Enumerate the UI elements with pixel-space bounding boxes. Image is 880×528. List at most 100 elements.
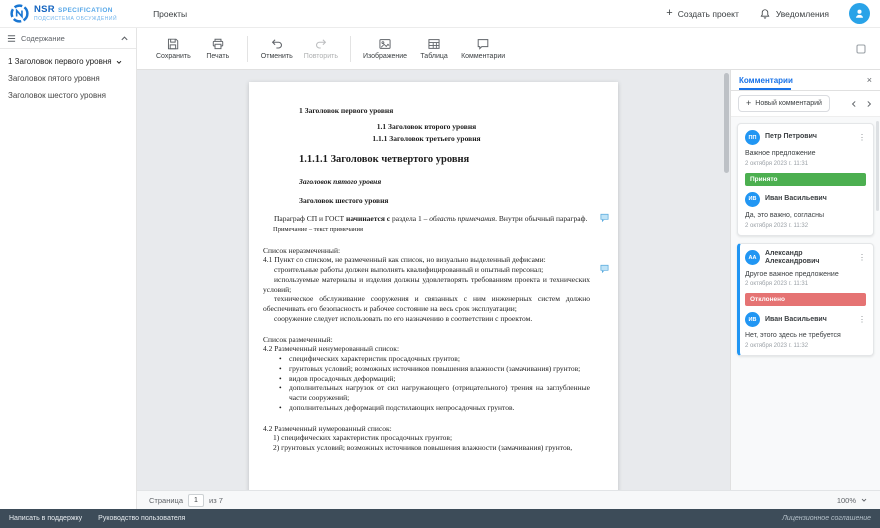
toc-header: Содержание xyxy=(0,28,136,49)
toc-item-level5[interactable]: Заголовок пятого уровня xyxy=(0,70,136,87)
comment-text: Важное предложение xyxy=(745,150,866,159)
doc-list-item: строительные работы должен выполнять ква… xyxy=(263,265,590,275)
reply-author: Иван Васильевич xyxy=(765,316,853,324)
toc-title: Содержание xyxy=(21,34,115,43)
doc-bullet-item: грунтовых условий; возможных источников … xyxy=(263,364,590,374)
manual-link[interactable]: Руководство пользователя xyxy=(98,515,185,522)
status-badge: Принято xyxy=(745,173,866,186)
chevron-down-icon xyxy=(860,496,868,504)
support-link[interactable]: Написать в поддержку xyxy=(9,515,82,522)
status-badge: Отклонено xyxy=(745,293,866,306)
person-icon xyxy=(853,7,866,20)
insert-image-button[interactable]: Изображение xyxy=(358,34,412,63)
app-logo[interactable]: NSR SPECIFICATION ПОДСИСТЕМА ОБСУЖДЕНИЙ xyxy=(10,4,117,23)
chevron-down-icon xyxy=(115,58,123,66)
doc-heading-5: Заголовок пятого уровня xyxy=(263,177,590,187)
doc-list-label: Список неразмеченный: xyxy=(263,246,590,256)
zoom-control[interactable]: 100% xyxy=(837,496,868,505)
comment-date: 2 октября 2023 г. 11:31 xyxy=(745,281,866,287)
list-icon xyxy=(7,34,16,43)
doc-heading-2: 1.1 Заголовок второго уровня xyxy=(263,122,590,132)
next-comment-button[interactable] xyxy=(865,100,873,108)
plus-icon: + xyxy=(746,99,751,108)
comment-date: 2 октября 2023 г. 11:31 xyxy=(745,161,866,167)
reply-text: Нет, этого здесь не требуется xyxy=(745,332,866,341)
logo-icon xyxy=(10,4,29,23)
comment-menu-icon[interactable]: ⋮ xyxy=(858,316,866,324)
comment-thread-card[interactable]: ПП Петр Петрович ⋮ Важное предложение 2 … xyxy=(737,123,874,236)
save-icon xyxy=(166,37,180,51)
doc-list-intro: 4.2 Размеченный ненумерованный список: xyxy=(263,344,590,354)
toc-item-level6[interactable]: Заголовок шестого уровня xyxy=(0,87,136,104)
zoom-value: 100% xyxy=(837,496,856,505)
app-footer: Написать в поддержку Руководство пользов… xyxy=(0,509,880,528)
comment-author: Александр Александрович xyxy=(765,250,853,266)
redo-button: Повторить xyxy=(299,34,343,63)
print-icon xyxy=(211,37,225,51)
comment-marker-icon[interactable] xyxy=(600,213,609,222)
brand-type: SPECIFICATION xyxy=(58,8,113,15)
toc-sidebar: Содержание 1 Заголовок первого уровня За… xyxy=(0,28,137,509)
undo-button[interactable]: Отменить xyxy=(255,34,299,63)
toolbar-divider xyxy=(350,36,351,62)
doc-paragraph: Параграф СП и ГОСТ начинается с раздела … xyxy=(263,214,590,224)
doc-list-intro: 4.1 Пункт со списком, не размеченный как… xyxy=(263,255,590,265)
reply-author: Иван Васильевич xyxy=(765,195,866,203)
doc-list-item: техническое обслуживание сооружения и св… xyxy=(263,294,590,314)
notifications-button[interactable]: Уведомления xyxy=(759,8,829,20)
doc-bullet-item: специфических характеристик просадочных … xyxy=(263,354,590,364)
brand-name: NSR xyxy=(34,5,55,15)
document-canvas: 1 Заголовок первого уровня 1.1 Заголовок… xyxy=(137,70,730,490)
license-link[interactable]: Лицензионное соглашение xyxy=(782,515,871,522)
doc-list-label: Список размеченный: xyxy=(263,335,590,345)
print-button[interactable]: Печать xyxy=(196,34,240,63)
reply-date: 2 октября 2023 г. 11:32 xyxy=(745,223,866,229)
editor-toolbar: Сохранить Печать Отменить Повтор xyxy=(137,28,880,70)
avatar: ИВ xyxy=(745,312,760,327)
doc-heading-3: 1.1.1 Заголовок третьего уровня xyxy=(263,134,590,144)
statusbar: Страница из 7 100% xyxy=(137,490,880,509)
panel-toggle-button[interactable] xyxy=(856,44,874,54)
comments-panel-title: Комментарии xyxy=(739,76,793,85)
undo-icon xyxy=(270,37,284,51)
redo-icon xyxy=(314,37,328,51)
plus-icon: + xyxy=(666,8,672,19)
doc-heading-1: 1 Заголовок первого уровня xyxy=(263,106,590,116)
page-label: Страница xyxy=(149,496,183,505)
reply-text: Да, это важно, согласны xyxy=(745,212,866,221)
comment-menu-icon[interactable]: ⋮ xyxy=(858,134,866,142)
doc-list-item: используемые материалы и изделия должны … xyxy=(263,275,590,295)
app-header: NSR SPECIFICATION ПОДСИСТЕМА ОБСУЖДЕНИЙ … xyxy=(0,0,880,28)
doc-note: Примечание – текст примечания xyxy=(263,226,590,234)
doc-heading-4: 1.1.1.1 Заголовок четвертого уровня xyxy=(263,153,590,167)
comment-thread-card[interactable]: АА Александр Александрович ⋮ Другое важн… xyxy=(737,243,874,357)
comment-menu-icon[interactable]: ⋮ xyxy=(858,254,866,262)
comment-marker-icon[interactable] xyxy=(600,264,609,273)
nav-projects[interactable]: Проекты xyxy=(153,9,187,19)
doc-numbered-item: 2) грунтовых условий; возможных источник… xyxy=(263,443,590,453)
comments-scrollbar[interactable] xyxy=(876,121,879,211)
user-avatar[interactable] xyxy=(849,3,870,24)
insert-table-button[interactable]: Таблица xyxy=(412,34,456,63)
reply-date: 2 октября 2023 г. 11:32 xyxy=(745,343,866,349)
save-button[interactable]: Сохранить xyxy=(151,34,196,63)
collapse-sidebar-button[interactable] xyxy=(120,34,129,43)
close-panel-icon[interactable]: × xyxy=(867,76,872,85)
new-comment-button[interactable]: + Новый комментарий xyxy=(738,95,830,112)
document-scrollbar[interactable] xyxy=(724,73,729,173)
create-project-button[interactable]: + Создать проект xyxy=(666,8,739,19)
avatar: АА xyxy=(745,250,760,265)
doc-numbered-item: 1) специфических характеристик просадочн… xyxy=(263,433,590,443)
toc-item-level1[interactable]: 1 Заголовок первого уровня xyxy=(0,53,136,70)
document-page[interactable]: 1 Заголовок первого уровня 1.1 Заголовок… xyxy=(249,82,618,490)
doc-bullet-item: дополнительных деформаций подстилающих н… xyxy=(263,403,590,413)
tab-indicator xyxy=(739,88,791,90)
page-total: из 7 xyxy=(209,496,223,505)
page-number-input[interactable] xyxy=(188,494,204,507)
doc-bullet-item: видов просадочных деформаций; xyxy=(263,374,590,384)
prev-comment-button[interactable] xyxy=(850,100,858,108)
comment-author: Петр Петрович xyxy=(765,133,853,141)
doc-heading-6: Заголовок шестого уровня xyxy=(263,196,590,206)
comments-button[interactable]: Комментарии xyxy=(456,34,510,63)
comment-text: Другое важное предложение xyxy=(745,271,866,280)
